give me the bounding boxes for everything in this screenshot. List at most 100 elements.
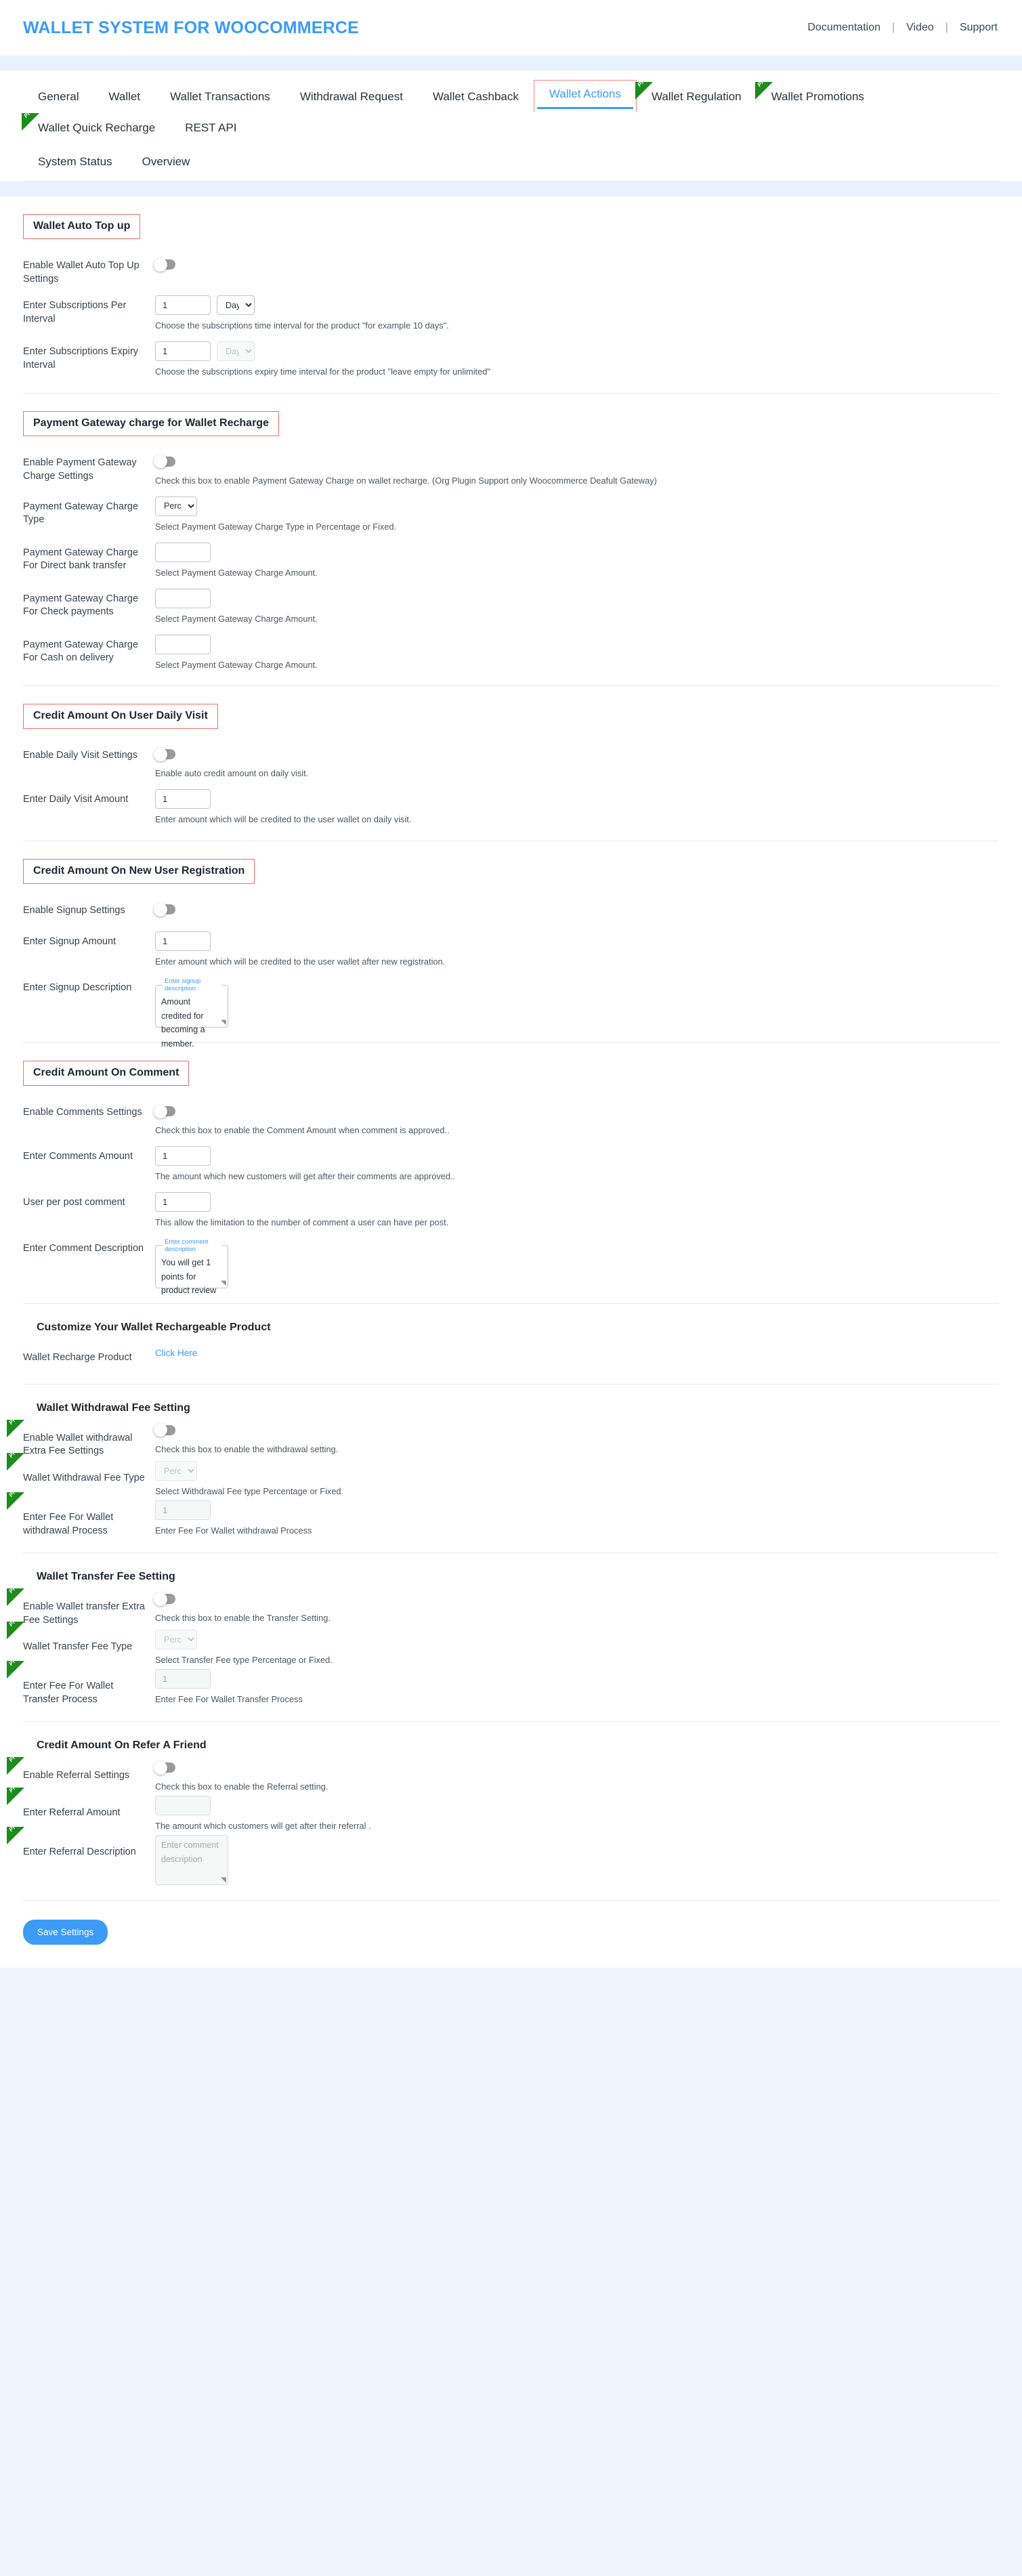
- gateway-charge-bank-input[interactable]: [155, 542, 211, 562]
- field-label: Enable Wallet transfer Extra Fee Setting…: [23, 1601, 145, 1626]
- tab-withdrawal-request[interactable]: Withdrawal Request: [285, 83, 418, 112]
- field-label-wrap: Pro Enable Wallet withdrawal Extra Fee S…: [7, 1414, 152, 1458]
- field-label: Wallet Withdrawal Fee Type: [23, 1473, 145, 1484]
- toggle-knob: [154, 257, 167, 272]
- field-label-wrap: Pro Enable Wallet transfer Extra Fee Set…: [7, 1582, 152, 1627]
- tab-row-primary: General Wallet Wallet Transactions Withd…: [0, 76, 1022, 143]
- resize-handle-icon[interactable]: ◤: [221, 1280, 226, 1287]
- field-hint: Check this box to enable Payment Gateway…: [155, 475, 657, 486]
- tab-wallet[interactable]: Wallet: [93, 83, 155, 112]
- link-separator-2: |: [945, 22, 948, 33]
- section-referral: Credit Amount On Refer A Friend Pro Enab…: [0, 1739, 1022, 1901]
- field-label: Enter Daily Visit Amount: [23, 794, 129, 805]
- support-link[interactable]: Support: [960, 22, 998, 34]
- field-hint: Select Withdrawal Fee type Percentage or…: [155, 1486, 344, 1497]
- withdrawal-fee-type-select: Percentage: [155, 1461, 197, 1481]
- section-title: Credit Amount On Refer A Friend: [37, 1739, 207, 1752]
- field-enable-auto-topup: Enable Wallet Auto Top Up Settings: [23, 246, 999, 286]
- documentation-link[interactable]: Documentation: [807, 22, 880, 34]
- toggle-knob: [154, 455, 167, 469]
- field-hint: Check this box to enable the Referral se…: [155, 1781, 328, 1792]
- toggle-knob: [154, 902, 167, 916]
- enable-referral-toggle[interactable]: [154, 1760, 175, 1775]
- click-here-link[interactable]: Click Here: [155, 1348, 197, 1358]
- resize-handle-icon: ◤: [221, 1876, 226, 1884]
- tab-label: Withdrawal Request: [299, 90, 403, 103]
- field-label: Payment Gateway Charge Type: [23, 501, 139, 526]
- gateway-charge-check-input[interactable]: [155, 588, 211, 608]
- field-wallet-recharge-product: Wallet Recharge Product Click Here: [23, 1338, 999, 1369]
- field-gateway-charge-cod: Payment Gateway Charge For Cash on deliv…: [23, 625, 999, 671]
- field-label-wrap: Pro Enter Fee For Wallet withdrawal Proc…: [7, 1486, 152, 1538]
- referral-description-placeholder: Enter comment description: [161, 1840, 221, 1864]
- tab-rest-api[interactable]: REST API: [170, 114, 251, 143]
- save-settings-button[interactable]: Save Settings: [23, 1920, 108, 1945]
- subscriptions-expiry-unit-select: Days: [217, 341, 255, 362]
- enable-signup-toggle[interactable]: [154, 902, 175, 916]
- tab-label: REST API: [185, 121, 237, 134]
- field-label: Enable Referral Settings: [23, 1770, 130, 1781]
- signup-description-textarea[interactable]: Enter signup description Amount credited…: [155, 977, 228, 1049]
- field-enable-comments: Enable Comments Settings Check this box …: [23, 1093, 999, 1137]
- tab-label: Wallet Actions: [549, 87, 621, 100]
- field-enable-daily-visit: Enable Daily Visit Settings Enable auto …: [23, 736, 999, 780]
- subscriptions-expiry-input[interactable]: [155, 341, 211, 362]
- subscriptions-per-interval-input[interactable]: [155, 295, 211, 316]
- resize-handle-icon[interactable]: ◤: [221, 1019, 226, 1026]
- section-daily-visit: Credit Amount On User Daily Visit Enable…: [0, 686, 1022, 842]
- tab-wallet-promotions[interactable]: Pro Wallet Promotions: [754, 76, 879, 112]
- pro-badge-icon: Pro: [7, 1752, 24, 1775]
- toggle-knob: [154, 1760, 167, 1775]
- pro-badge-icon: Pro: [7, 1582, 24, 1607]
- field-label: Enable Payment Gateway Charge Settings: [23, 457, 137, 482]
- signup-amount-input[interactable]: [155, 931, 211, 952]
- section-title: Credit Amount On Comment: [23, 1061, 190, 1086]
- video-link[interactable]: Video: [906, 22, 934, 34]
- field-user-per-post-comment: User per post comment This allow the lim…: [23, 1183, 999, 1229]
- field-hint: Check this box to enable the Comment Amo…: [155, 1125, 450, 1136]
- enable-gateway-charge-toggle[interactable]: [154, 455, 175, 469]
- transfer-fee-amount-input: [155, 1669, 211, 1689]
- tab-overview[interactable]: Overview: [127, 147, 205, 181]
- section-title: Payment Gateway charge for Wallet Rechar…: [23, 410, 279, 436]
- field-label-wrap: Pro Enable Referral Settings: [7, 1752, 152, 1783]
- enable-comments-toggle[interactable]: [154, 1104, 175, 1118]
- page-header: WALLET SYSTEM FOR WOOCOMMERCE Documentat…: [0, 0, 1022, 56]
- enable-transfer-fee-toggle[interactable]: [154, 1592, 175, 1606]
- tab-label: Wallet Cashback: [432, 90, 519, 103]
- gateway-charge-cod-input[interactable]: [155, 634, 211, 654]
- comment-description-textarea[interactable]: Enter comment description You will get 1…: [155, 1238, 228, 1295]
- field-label: Enter Subscriptions Expiry Interval: [23, 346, 139, 371]
- field-label: Enter Signup Description: [23, 982, 132, 994]
- field-label: Payment Gateway Charge For Check payment…: [23, 593, 139, 618]
- tab-wallet-transactions[interactable]: Wallet Transactions: [155, 83, 285, 112]
- field-label: Enable Wallet Auto Top Up Settings: [23, 260, 140, 284]
- field-label-wrap: Pro Enter Fee For Wallet Transfer Proces…: [7, 1655, 152, 1706]
- tab-label: Wallet Regulation: [652, 90, 742, 103]
- section-title: Wallet Auto Top up: [23, 214, 141, 239]
- field-label: Enter Fee For Wallet Transfer Process: [23, 1681, 114, 1705]
- tab-wallet-cashback[interactable]: Wallet Cashback: [418, 83, 534, 112]
- pro-badge-icon: Pro: [7, 1447, 24, 1471]
- enable-daily-visit-toggle[interactable]: [154, 747, 175, 761]
- tab-wallet-quick-recharge[interactable]: Pro Wallet Quick Recharge: [22, 107, 170, 143]
- section-divider: [23, 1383, 999, 1385]
- section-title: Credit Amount On New User Registration: [23, 859, 255, 885]
- user-per-post-comment-input[interactable]: [155, 1192, 211, 1212]
- gateway-charge-type-select[interactable]: Percentage: [155, 496, 197, 516]
- tab-wallet-regulation[interactable]: Pro Wallet Regulation: [635, 76, 757, 112]
- field-hint: Choose the subscriptions time interval f…: [155, 320, 449, 331]
- tab-label: System Status: [38, 155, 112, 168]
- field-hint: Select Payment Gateway Charge Amount.: [155, 613, 318, 624]
- referral-description-textarea: Enter comment description ◤: [155, 1835, 228, 1886]
- tab-general[interactable]: General: [23, 83, 93, 112]
- daily-visit-amount-input[interactable]: [155, 789, 211, 809]
- subscriptions-per-interval-unit-select[interactable]: Days: [217, 295, 255, 316]
- tab-wallet-actions[interactable]: Wallet Actions: [533, 80, 637, 112]
- comments-amount-input[interactable]: [155, 1146, 211, 1166]
- section-title: Credit Amount On User Daily Visit: [23, 704, 218, 730]
- enable-auto-topup-toggle[interactable]: [154, 257, 175, 272]
- tab-system-status[interactable]: System Status: [23, 147, 127, 181]
- enable-withdrawal-fee-toggle[interactable]: [154, 1423, 175, 1437]
- field-hint: Select Payment Gateway Charge Amount.: [155, 659, 318, 670]
